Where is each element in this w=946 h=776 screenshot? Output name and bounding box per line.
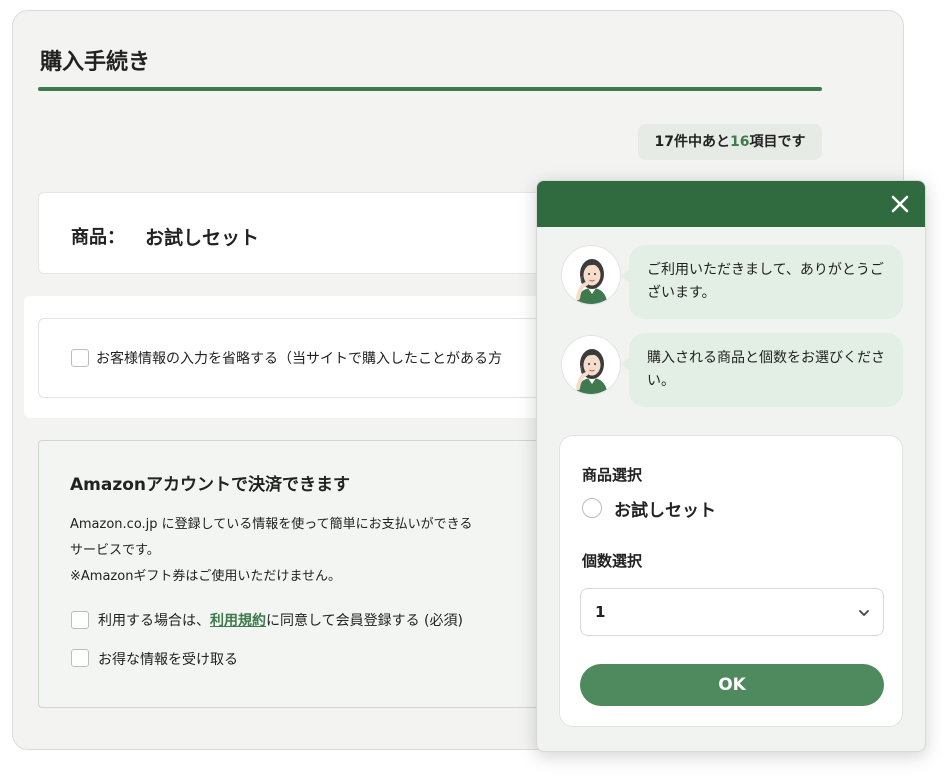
amazon-pay-description: Amazon.co.jp に登録している情報を使って簡単にお支払いができる サー…	[70, 512, 540, 590]
progress-prefix: 17件中あと	[654, 134, 730, 150]
ok-button[interactable]: OK	[580, 664, 884, 706]
chat-message: ご利用いただきまして、ありがとうございます。	[621, 245, 903, 319]
agree-suffix: に同意して会員登録する (必須)	[266, 613, 463, 629]
product-radio[interactable]	[582, 498, 602, 518]
chat-header	[537, 181, 925, 227]
chat-widget: ご利用いただきまして、ありがとうございます。 購入される商品と個数をお選びくださ…	[536, 180, 926, 752]
progress-remaining-count: 16	[730, 134, 750, 150]
chat-selection-form: 商品選択 お試しセット 個数選択 1 OK	[559, 435, 903, 727]
product-name: お試しセット	[145, 227, 260, 249]
close-button[interactable]	[887, 191, 913, 217]
agree-terms-checkbox[interactable]	[71, 611, 89, 629]
product-select-label: 商品選択	[582, 466, 643, 484]
operator-avatar-icon	[561, 245, 621, 305]
skip-info-checkbox[interactable]	[71, 349, 89, 367]
amazon-pay-title: Amazonアカウントで決済できます	[70, 475, 351, 495]
quantity-select-label: 個数選択	[582, 552, 643, 570]
newsletter-label: お得な情報を受け取る	[98, 652, 238, 668]
terms-link[interactable]: 利用規約	[210, 613, 266, 629]
quantity-select[interactable]: 1	[580, 588, 884, 636]
progress-suffix: 項目です	[749, 134, 806, 150]
amazon-desc-line: サービスです。	[70, 543, 160, 558]
product-summary-card: 商品： お試しセット	[38, 192, 578, 274]
page-title: 購入手続き	[40, 50, 151, 75]
quantity-value: 1	[595, 603, 606, 621]
amazon-desc-line: Amazon.co.jp に登録している情報を使って簡単にお支払いができる	[70, 517, 473, 532]
agree-prefix: 利用する場合は、	[98, 613, 210, 629]
progress-indicator: 17件中あと16項目です	[638, 124, 822, 160]
operator-avatar-icon	[561, 335, 621, 395]
product-option-label[interactable]: お試しセット	[614, 496, 716, 521]
agree-terms-label: 利用する場合は、利用規約に同意して会員登録する (必須)	[98, 610, 463, 630]
chevron-down-icon	[859, 610, 869, 616]
skip-info-label: お客様情報の入力を省略する（当サイトで購入したことがある方	[96, 351, 502, 367]
chat-message: 購入される商品と個数をお選びください。	[621, 333, 903, 407]
close-icon	[891, 195, 909, 213]
title-underline	[38, 87, 822, 91]
product-label: 商品：	[71, 227, 125, 248]
amazon-desc-line: ※Amazonギフト券はご使用いただけません。	[70, 569, 342, 584]
newsletter-checkbox[interactable]	[71, 649, 89, 667]
